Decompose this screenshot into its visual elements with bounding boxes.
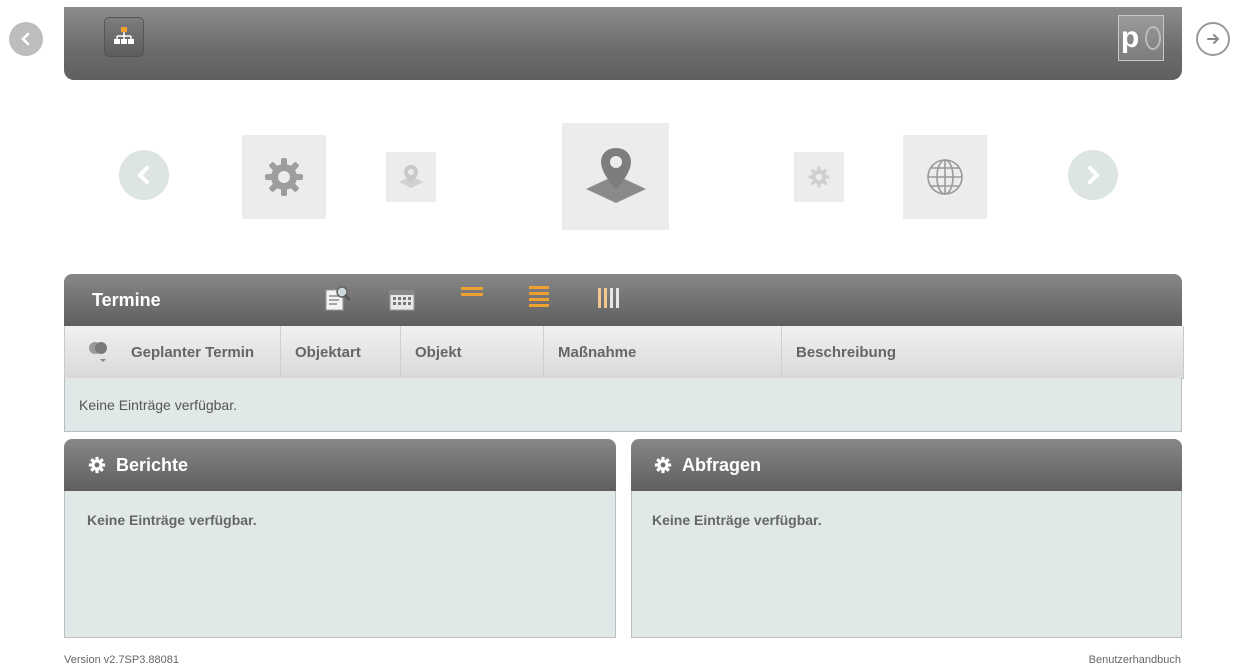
berichte-title: Berichte [116,454,189,475]
berichte-empty-text: Keine Einträge verfügbar. [87,512,257,528]
logo-text: p [1120,21,1140,54]
carousel-item-settings-small[interactable] [794,152,844,202]
column-label: Geplanter Termin [131,343,255,361]
back-button[interactable] [9,22,43,56]
berichte-header: Berichte [64,439,616,491]
termine-empty-text: Keine Einträge verfügbar. [79,396,237,413]
gear-icon [88,456,106,474]
column-label: Objekt [415,343,462,361]
column-label: Objektart [295,343,361,361]
org-chart-button[interactable] [104,17,144,57]
termine-column-header: Geplanter Termin Objektart Objekt Maßnah… [64,326,1184,379]
column-label: Beschreibung [796,343,897,361]
carousel-item-map-small[interactable] [386,152,436,202]
globe-icon [927,159,963,195]
logout-icon [1207,34,1220,44]
gear-icon [654,456,672,474]
carousel-item-map-active[interactable] [562,123,669,230]
column-beschreibung[interactable]: Beschreibung [782,326,1183,378]
map-marker-icon [399,165,423,188]
abfragen-empty-text: Keine Einträge verfügbar. [652,512,822,528]
column-chooser[interactable] [65,326,119,378]
carousel-item-globe[interactable] [903,135,987,219]
carousel-prev-button[interactable] [119,150,169,200]
search-document-icon [325,286,351,311]
termine-body: Keine Einträge verfügbar. [64,378,1182,432]
top-bar [64,7,1182,80]
carousel-next-button[interactable] [1068,150,1118,200]
column-geplanter-termin[interactable]: Geplanter Termin [119,326,281,378]
chevron-right-icon [1088,166,1100,184]
gear-icon [808,166,830,188]
columns-view-button[interactable] [596,287,622,314]
gear-icon [265,158,303,196]
abfragen-header: Abfragen [631,439,1182,491]
logo-ring [1145,26,1162,50]
column-objektart[interactable]: Objektart [281,326,401,378]
list-icon [461,287,483,296]
list-view-button[interactable] [459,285,485,304]
column-massnahme[interactable]: Maßnahme [544,326,782,378]
brand-logo: p [1118,15,1164,61]
column-objekt[interactable]: Objekt [401,326,544,378]
calendar-icon [389,290,415,311]
calendar-view-button[interactable] [389,289,415,316]
termine-title: Termine [92,289,161,310]
version-text: Version v2.7SP3.88081 [64,654,179,666]
search-document-button[interactable] [323,284,353,319]
org-chart-icon [114,27,134,44]
termine-header: Termine [64,274,1182,326]
manual-link[interactable]: Benutzerhandbuch [1089,654,1181,666]
columns-icon [598,288,619,308]
logout-button[interactable] [1196,22,1230,56]
abfragen-title: Abfragen [682,454,762,475]
abfragen-body: Keine Einträge verfügbar. [631,491,1182,638]
lines-icon [529,286,549,307]
chevron-left-icon [137,166,149,184]
berichte-body: Keine Einträge verfügbar. [64,491,616,638]
column-chooser-icon [89,342,107,362]
carousel-item-settings[interactable] [242,135,326,219]
chevron-left-icon [21,32,30,46]
map-marker-icon [585,147,646,203]
lines-view-button[interactable] [527,285,551,316]
column-label: Maßnahme [558,343,637,361]
